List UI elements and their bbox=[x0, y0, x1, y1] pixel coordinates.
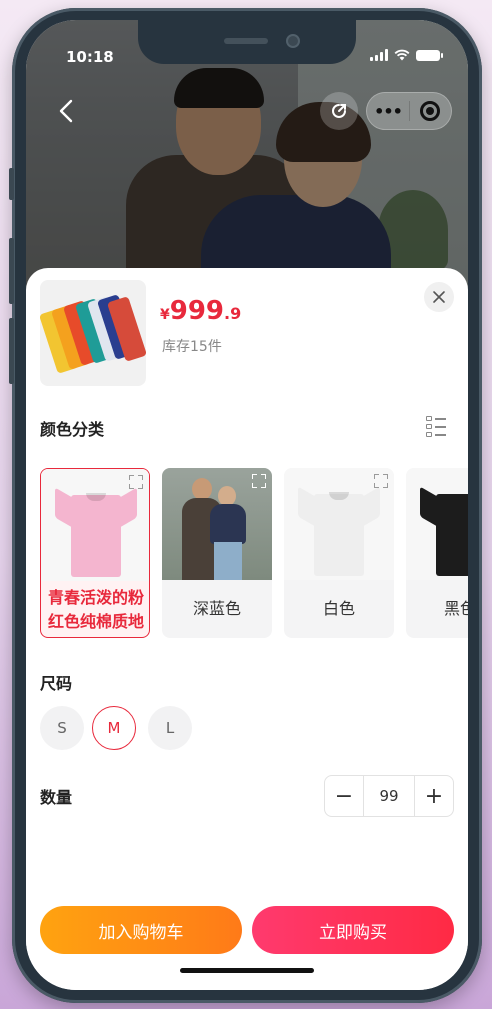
color-option-pink[interactable]: 青春活泼的粉红色纯棉质地 bbox=[40, 468, 150, 638]
chevron-left-icon bbox=[59, 99, 73, 123]
color-option-label: 黑色 bbox=[444, 599, 468, 618]
size-option-l[interactable]: L bbox=[148, 706, 192, 750]
home-indicator bbox=[180, 968, 314, 973]
quantity-input[interactable]: 99 bbox=[363, 776, 415, 816]
color-section-title: 颜色分类 bbox=[40, 420, 105, 439]
close-icon bbox=[433, 291, 445, 303]
share-button[interactable] bbox=[320, 92, 358, 130]
color-option-label: 青春活泼的粉红色纯棉质地 bbox=[47, 588, 144, 631]
close-sheet-button[interactable] bbox=[424, 282, 454, 312]
size-option-m[interactable]: M bbox=[92, 706, 136, 750]
size-section-title: 尺码 bbox=[40, 674, 73, 693]
volume-down-button bbox=[9, 318, 14, 384]
price-currency: ¥ bbox=[160, 307, 170, 323]
color-option-white[interactable]: 白色 bbox=[284, 468, 394, 638]
price-decimal: .9 bbox=[224, 304, 242, 323]
quantity-minus-button[interactable]: − bbox=[325, 776, 363, 816]
color-option-label: 白色 bbox=[322, 599, 355, 618]
silent-switch bbox=[9, 168, 14, 200]
screen: 10:18 ••• ¥999.9 库存15件 颜色分类 青春活泼的粉红色纯棉质地… bbox=[26, 20, 468, 990]
quantity-stepper: − 99 + bbox=[324, 775, 454, 817]
quantity-section-title: 数量 bbox=[40, 788, 73, 807]
color-option-black[interactable]: 黑色 bbox=[406, 468, 468, 638]
expand-icon[interactable] bbox=[374, 474, 388, 488]
close-miniprogram-button[interactable] bbox=[410, 101, 451, 121]
list-view-toggle[interactable] bbox=[426, 416, 448, 437]
status-time: 10:18 bbox=[66, 48, 114, 66]
price-integer: 999 bbox=[169, 296, 225, 326]
size-option-s[interactable]: S bbox=[40, 706, 84, 750]
color-option-navy[interactable]: 深蓝色 bbox=[162, 468, 272, 638]
more-button[interactable]: ••• bbox=[367, 102, 409, 121]
notch bbox=[138, 20, 356, 64]
back-button[interactable] bbox=[56, 98, 86, 128]
wifi-icon bbox=[394, 49, 410, 61]
expand-icon[interactable] bbox=[129, 475, 143, 489]
target-icon bbox=[420, 101, 441, 121]
more-dots-icon: ••• bbox=[374, 101, 403, 121]
battery-icon bbox=[416, 50, 443, 61]
product-price: ¥999.9 bbox=[160, 296, 241, 326]
volume-up-button bbox=[9, 238, 14, 304]
stock-count: 库存15件 bbox=[162, 339, 222, 355]
miniprogram-capsule: ••• bbox=[366, 92, 452, 130]
add-to-cart-button[interactable]: 加入购物车 bbox=[40, 906, 242, 954]
color-option-label: 深蓝色 bbox=[192, 599, 241, 618]
signal-icon bbox=[370, 49, 388, 61]
product-thumbnail[interactable] bbox=[40, 280, 146, 386]
sku-selector-sheet: ¥999.9 库存15件 颜色分类 青春活泼的粉红色纯棉质地 深蓝色 白色 黑 … bbox=[26, 268, 468, 990]
expand-icon[interactable] bbox=[252, 474, 266, 488]
quantity-plus-button[interactable]: + bbox=[415, 776, 453, 816]
buy-now-button[interactable]: 立即购买 bbox=[252, 906, 454, 954]
share-icon bbox=[332, 104, 346, 118]
color-options: 青春活泼的粉红色纯棉质地 深蓝色 白色 黑 bbox=[40, 468, 468, 640]
